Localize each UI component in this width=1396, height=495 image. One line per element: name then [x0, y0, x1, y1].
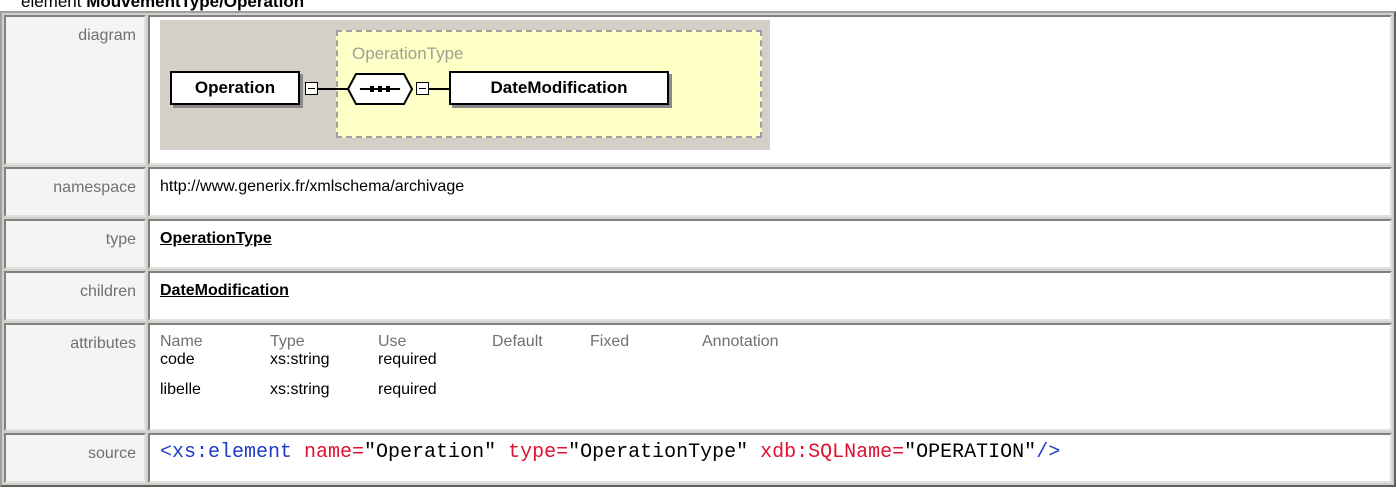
children-cell: DateModification [148, 271, 1392, 321]
source-attr-name: name= [292, 441, 365, 464]
attr-header-default: Default [492, 333, 543, 350]
collapse-toggle-sequence[interactable] [416, 82, 429, 95]
type-cell: OperationType [148, 219, 1392, 269]
source-open-tag: <xs:element [160, 441, 293, 464]
row-diagram: diagram OperationType Operation DateModi… [4, 15, 1392, 165]
row-type: type OperationType [4, 219, 1392, 269]
source-attr-sqlname-value: "OPERATION" [904, 441, 1037, 464]
diagram-cell: OperationType Operation DateModification [148, 15, 1392, 165]
source-code: <xs:element name="Operation" type="Opera… [160, 435, 1380, 471]
attr-row-name: libelle [160, 381, 201, 398]
source-cell: <xs:element name="Operation" type="Opera… [148, 433, 1392, 483]
schema-diagram: OperationType Operation DateModification [160, 20, 770, 150]
attributes-cell: Name Type Use Default Fixed Annotation c… [148, 323, 1392, 431]
attr-row-use: required [378, 351, 437, 368]
row-children: children DateModification [4, 271, 1392, 321]
element-box-operation[interactable]: Operation [170, 71, 300, 105]
heading-element-name: MouvementType/Operation [86, 0, 305, 11]
source-attr-type-value: "OperationType" [568, 441, 749, 464]
label-children: children [4, 271, 146, 321]
attr-row-annotation [702, 351, 842, 369]
label-type: type [4, 219, 146, 269]
connector-line [318, 88, 348, 90]
label-diagram: diagram [4, 15, 146, 165]
collapse-toggle-operation[interactable] [305, 82, 318, 95]
row-attributes: attributes Name Type Use Default Fixed A… [4, 323, 1392, 431]
attr-row-default [492, 351, 590, 369]
attr-header-type: Type [270, 333, 305, 350]
attr-row-use: required [378, 381, 437, 398]
sequence-compositor-icon [346, 73, 414, 105]
attr-row-annotation [702, 381, 842, 399]
attr-row-fixed [590, 351, 702, 369]
element-label-operation: Operation [194, 78, 276, 97]
attr-row-type: xs:string [270, 381, 330, 398]
attributes-table: Name Type Use Default Fixed Annotation c… [160, 333, 1380, 399]
source-attr-sqlname: xdb:SQLName= [748, 441, 905, 464]
attr-row-name: code [160, 351, 195, 368]
complex-type-label: OperationType [352, 44, 464, 63]
source-attr-type: type= [496, 441, 569, 464]
attr-row-default [492, 381, 590, 399]
attr-row-fixed [590, 381, 702, 399]
label-namespace: namespace [4, 167, 146, 217]
attr-header-annotation: Annotation [702, 333, 779, 350]
attr-header-fixed: Fixed [590, 333, 630, 350]
row-source: source <xs:element name="Operation" type… [4, 433, 1392, 483]
child-link[interactable]: DateModification [160, 282, 289, 299]
element-label-datemodification: DateModification [490, 78, 628, 97]
element-box-datemodification[interactable]: DateModification [449, 71, 669, 105]
type-link[interactable]: OperationType [160, 230, 272, 247]
label-source: source [4, 433, 146, 483]
attr-row-type: xs:string [270, 351, 330, 368]
element-doc-table: diagram OperationType Operation DateModi… [0, 11, 1396, 487]
row-namespace: namespace http://www.generix.fr/xmlschem… [4, 167, 1392, 217]
label-attributes: attributes [4, 323, 146, 431]
source-attr-value: "Operation" [364, 441, 497, 464]
connector-line-child [429, 88, 449, 90]
attr-header-name: Name [160, 333, 203, 350]
source-close-tag: /> [1036, 441, 1061, 464]
heading-prefix: element [21, 0, 87, 11]
namespace-value: http://www.generix.fr/xmlschema/archivag… [148, 167, 1392, 217]
attr-header-use: Use [378, 333, 407, 350]
